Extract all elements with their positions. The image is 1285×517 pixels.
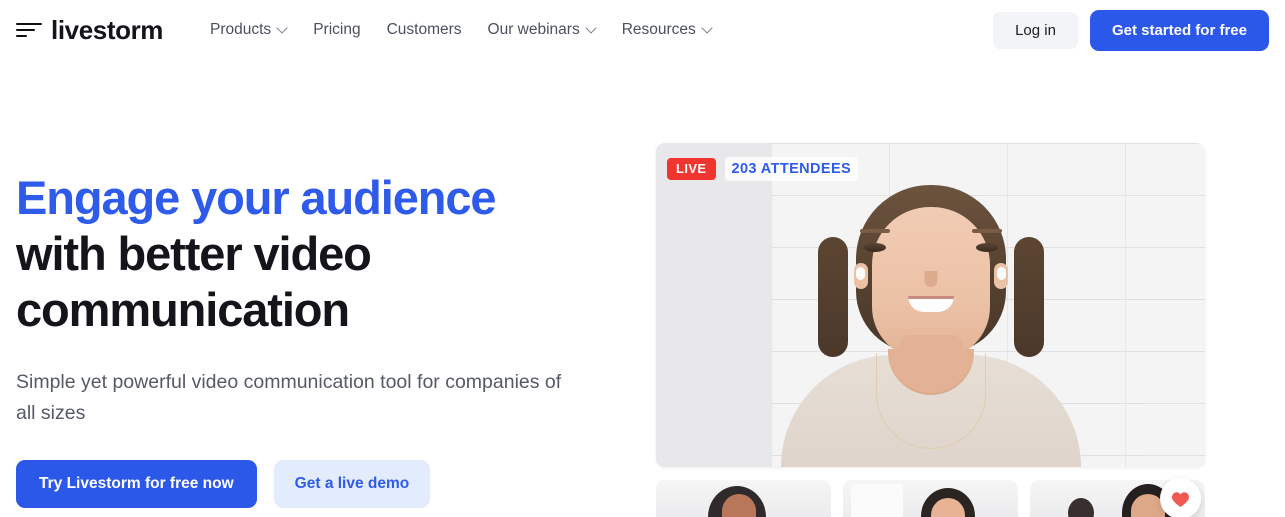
nav-item-products[interactable]: Products [197, 15, 300, 45]
participant-thumbnail-2[interactable] [843, 480, 1018, 517]
try-free-button[interactable]: Try Livestorm for free now [16, 459, 257, 508]
logo-bars-icon [16, 19, 42, 41]
nav-item-customers[interactable]: Customers [374, 15, 475, 45]
nav-label: Our webinars [487, 21, 580, 38]
main-navigation: Products Pricing Customers Our webinars … [197, 15, 725, 45]
chevron-down-icon [703, 24, 712, 33]
eyebrow-right [971, 229, 1002, 233]
live-demo-button[interactable]: Get a live demo [273, 459, 431, 508]
nav-label: Products [210, 21, 272, 38]
hero-copy: Engage your audience with better video c… [16, 170, 616, 508]
hero-subheadline: Simple yet powerful video communication … [16, 370, 562, 425]
chevron-down-icon [278, 24, 287, 33]
earbud-left-icon [855, 267, 865, 280]
eye-right [975, 243, 998, 252]
brand-logo[interactable]: livestorm [16, 17, 163, 43]
main-video-tile[interactable]: LIVE 203 ATTENDEES [656, 143, 1205, 467]
participant-thumbnail-strip [656, 480, 1205, 517]
site-header: livestorm Products Pricing Customers Our… [0, 0, 1285, 60]
hair-right [1013, 237, 1044, 357]
chevron-down-icon [587, 24, 596, 33]
video-overlay-badges: LIVE 203 ATTENDEES [667, 157, 859, 182]
header-actions: Log in Get started for free [993, 9, 1269, 51]
nav-item-pricing[interactable]: Pricing [300, 15, 373, 45]
live-badge: LIVE [667, 157, 716, 181]
background-panel [851, 484, 903, 517]
nav-label: Resources [621, 21, 696, 38]
participant-thumbnail-1[interactable] [656, 480, 831, 517]
login-button[interactable]: Log in [993, 11, 1078, 49]
hero-cta-row: Try Livestorm for free now Get a live de… [16, 459, 616, 508]
nav-label: Pricing [313, 21, 361, 38]
hair-left [817, 237, 848, 357]
main-speaker-avatar [766, 167, 1096, 467]
landing-page: livestorm Products Pricing Customers Our… [0, 0, 1285, 517]
headline-line-2: with better video [16, 226, 372, 280]
attendees-badge: 203 ATTENDEES [724, 157, 859, 182]
video-call-mockup: LIVE 203 ATTENDEES [656, 143, 1205, 517]
get-started-button[interactable]: Get started for free [1089, 9, 1269, 51]
earbud-right-icon [996, 267, 1006, 280]
brand-name: livestorm [51, 15, 164, 45]
nav-item-our-webinars[interactable]: Our webinars [475, 15, 609, 45]
eyebrow-left [859, 229, 890, 233]
nose [924, 271, 937, 287]
headline-line-3: communication [16, 282, 350, 336]
eye-left [863, 243, 886, 252]
page-title: Engage your audience with better video c… [16, 170, 616, 338]
heart-icon [1171, 491, 1190, 507]
nav-label: Customers [386, 21, 462, 38]
headline-accent-line: Engage your audience [16, 171, 497, 224]
nav-item-resources[interactable]: Resources [609, 15, 725, 45]
reaction-button[interactable] [1160, 478, 1201, 517]
